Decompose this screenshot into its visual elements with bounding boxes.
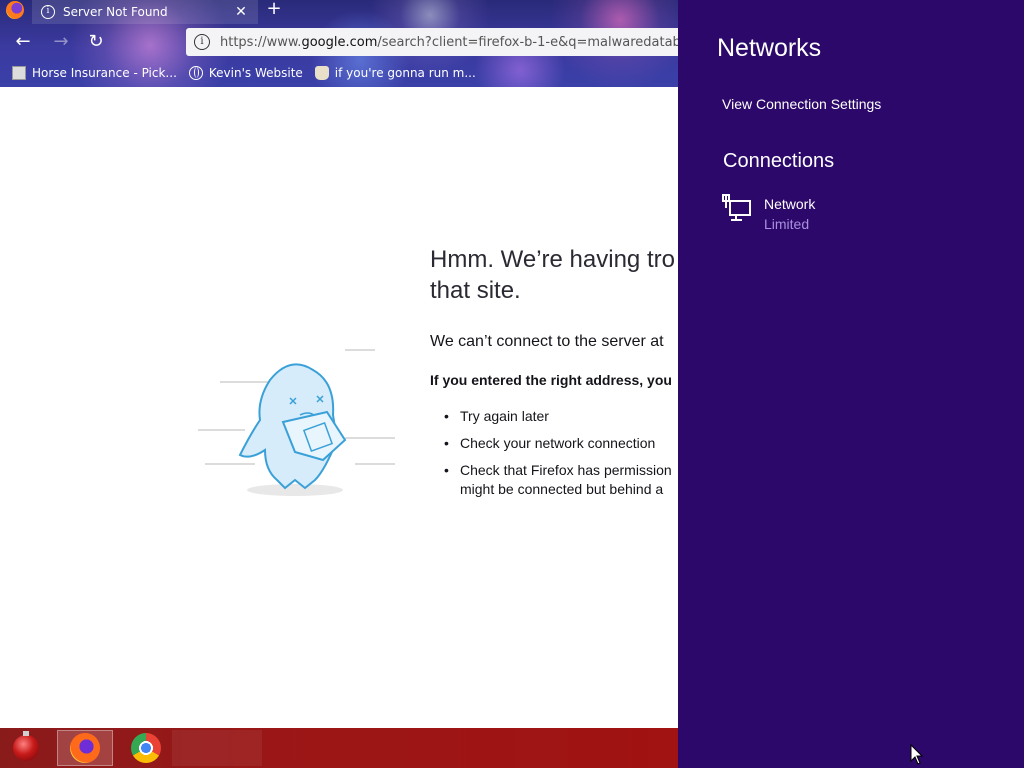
start-button[interactable] (0, 728, 52, 768)
network-connection-item[interactable]: Network Limited (722, 194, 815, 234)
list-item-continuation: might be connected but behind a (460, 481, 664, 497)
error-intro: We can’t connect to the server at (430, 333, 664, 350)
bookmark-label: Horse Insurance - Pick... (32, 66, 177, 80)
owl-icon (314, 66, 329, 80)
chrome-icon (131, 733, 161, 763)
list-item: Check your network connection (444, 433, 672, 453)
tab-title: Server Not Found (63, 5, 168, 19)
bookmark-kevins-website[interactable]: Kevin's Website (188, 66, 303, 80)
url-path: /search?client=firefox-b-1-e&q=malwareda… (377, 34, 678, 50)
bookmark-horse-insurance[interactable]: Horse Insurance - Pick... (12, 66, 177, 80)
forward-button[interactable]: → (50, 32, 72, 54)
connections-heading: Connections (723, 150, 835, 172)
firefox-menu-icon[interactable] (6, 1, 24, 19)
globe-icon (188, 66, 203, 80)
address-bar[interactable]: i https://www.google.com/search?client=f… (186, 28, 678, 56)
page-icon (12, 66, 26, 80)
reload-button[interactable]: ↻ (85, 32, 107, 54)
error-title-line1: Hmm. We’re having tro (430, 246, 675, 273)
info-icon: i (41, 5, 55, 19)
back-button[interactable]: ← (12, 32, 34, 54)
bookmark-label: Kevin's Website (208, 66, 303, 80)
taskbar-firefox-button[interactable] (57, 730, 113, 766)
url-prefix: https://www. (220, 34, 302, 50)
view-connection-settings-link[interactable]: View Connection Settings (722, 96, 881, 112)
dinosaur-illustration-icon (198, 349, 395, 496)
error-title: Hmm. We’re having tro that site. (430, 244, 675, 306)
error-advice-heading: If you entered the right address, you (430, 372, 672, 388)
network-status: Limited (764, 216, 810, 232)
taskbar (0, 728, 678, 768)
url-text: https://www.google.com/search?client=fir… (220, 35, 678, 50)
ornament-icon (13, 731, 39, 761)
error-suggestions: Try again later Check your network conne… (444, 406, 672, 480)
wired-network-icon (722, 194, 751, 221)
site-info-icon[interactable]: i (194, 34, 210, 50)
bookmark-gonna-run[interactable]: if you're gonna run m... (314, 66, 476, 80)
bookmarks-toolbar: Horse Insurance - Pick... Kevin's Websit… (0, 62, 476, 84)
firefox-icon (70, 733, 100, 763)
networks-panel: Networks View Connection Settings Connec… (678, 0, 1024, 768)
bookmark-label: if you're gonna run m... (334, 66, 476, 80)
taskbar-empty-slot (172, 730, 262, 766)
mouse-cursor-icon (910, 744, 924, 765)
list-item: Check that Firefox has permission (444, 460, 672, 480)
error-title-line2: that site. (430, 277, 521, 304)
list-item: Try again later (444, 406, 672, 426)
new-tab-button[interactable]: + (266, 0, 282, 18)
taskbar-chrome-button[interactable] (118, 730, 174, 766)
panel-title: Networks (717, 34, 822, 62)
browser-chrome: i Server Not Found ✕ + ← → ↻ i https://w… (0, 0, 678, 87)
network-name: Network (764, 196, 816, 212)
network-text: Network Limited (764, 194, 815, 234)
tab-server-not-found[interactable]: i Server Not Found ✕ (32, 0, 258, 24)
url-host: google.com (301, 34, 378, 50)
close-tab-icon[interactable]: ✕ (232, 4, 250, 20)
